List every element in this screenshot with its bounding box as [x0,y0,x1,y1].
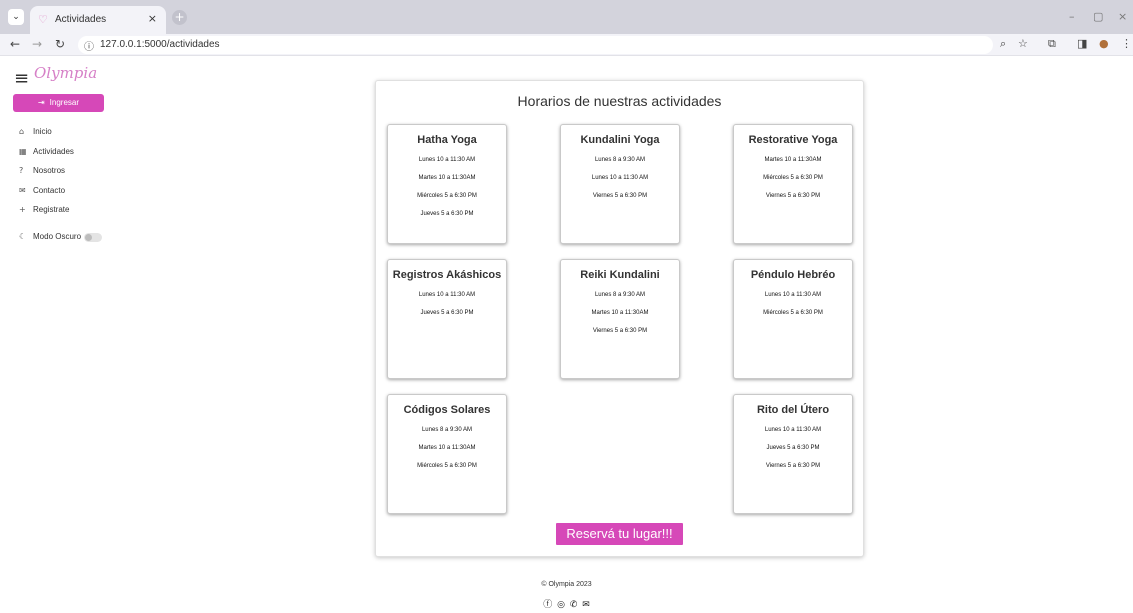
schedule-line: Viernes 5 a 6:30 PM [592,328,648,334]
question-icon: ? [19,166,24,175]
sidebar-item-nosotros[interactable]: ? Nosotros [19,166,65,178]
url-text[interactable]: 127.0.0.1:5000/actividades [100,39,220,50]
address-bar[interactable]: ⓘ 127.0.0.1:5000/actividades [78,36,993,54]
minimize-icon[interactable]: – [1069,10,1075,23]
schedule-line: Miércoles 5 a 6:30 PM [763,310,823,316]
schedule-line: Martes 10 a 11:30AM [591,310,649,316]
card-title: Registros Akáshicos [392,269,502,281]
favicon-icon: ♡ [38,13,48,26]
activity-card: Rito del Útero Lunes 10 a 11:30 AM Jueve… [733,394,853,514]
restore-icon[interactable]: ▢ [1093,10,1103,23]
browser-tab-bar: ⌄ ♡ Actividades × + – ▢ × [0,0,1133,34]
schedule-line: Jueves 5 a 6:30 PM [420,310,474,316]
schedule-line: Lunes 10 a 11:30 AM [591,175,649,181]
schedule-line: Lunes 10 a 11:30 AM [418,292,476,298]
sidebar-item-label: Registrate [33,205,70,214]
bookmark-star-icon[interactable]: ☆ [1018,37,1028,50]
forward-icon[interactable]: → [32,37,42,51]
mail-icon: ✉ [19,186,26,195]
schedule-line: Lunes 10 a 11:30 AM [418,157,476,163]
schedule-line: Viernes 5 a 6:30 PM [765,193,821,199]
email-icon[interactable]: ✉ [582,600,590,610]
dark-mode-label: Modo Oscuro [33,232,82,241]
more-icon[interactable]: ⋮ [1121,37,1132,50]
zoom-icon[interactable]: ⌕ [1000,37,1006,51]
schedule-line: Miércoles 5 a 6:30 PM [763,175,823,181]
schedule-panel: Horarios de nuestras actividades Hatha Y… [375,80,864,557]
social-links: ⓕ ◎ ✆ ✉ [0,597,1133,610]
dark-mode-row: ☾ Modo Oscuro [19,232,81,244]
login-icon: ⇥ [37,98,45,107]
whatsapp-icon[interactable]: ✆ [570,600,578,610]
tab-title: Actividades [55,14,107,25]
activity-card: Registros Akáshicos Lunes 10 a 11:30 AM … [387,259,507,379]
toggle-knob [85,234,92,241]
card-title: Reiki Kundalini [580,269,660,281]
activity-card: Restorative Yoga Martes 10 a 11:30AM Mié… [733,124,853,244]
schedule-line: Lunes 10 a 11:30 AM [764,427,822,433]
schedule-line: Martes 10 a 11:30AM [418,175,476,181]
schedule-line: Jueves 5 a 6:30 PM [420,211,474,217]
dark-mode-toggle[interactable] [84,233,102,242]
browser-toolbar: ← → ↻ ⓘ 127.0.0.1:5000/actividades ⌕ ☆ ⧉… [0,34,1133,56]
reserve-button[interactable]: Reservá tu lugar!!! [556,523,683,545]
schedule-line: Lunes 8 a 9:30 AM [594,157,646,163]
schedule-line: Lunes 8 a 9:30 AM [421,427,473,433]
tab-list-icon[interactable]: ⌄ [8,9,24,25]
activity-card: Códigos Solares Lunes 8 a 9:30 AM Martes… [387,394,507,514]
extensions-icon[interactable]: ⧉ [1048,37,1056,51]
activity-card: Hatha Yoga Lunes 10 a 11:30 AM Martes 10… [387,124,507,244]
hamburger-menu-icon[interactable]: ≡ [14,68,29,89]
schedule-line: Martes 10 a 11:30AM [764,157,822,163]
sidebar: ≡ Olympia ⇥ Ingresar ⌂ Inicio ▦ Actividades… [0,56,118,613]
activities-icon: ▦ [19,147,27,156]
home-icon: ⌂ [19,127,25,136]
card-title: Hatha Yoga [417,134,477,146]
activity-card: Kundalini Yoga Lunes 8 a 9:30 AM Lunes 1… [560,124,680,244]
reload-icon[interactable]: ↻ [55,37,65,51]
footer-copyright: © Olympia 2023 [541,581,592,588]
window-close-icon[interactable]: × [1118,10,1127,23]
schedule-line: Jueves 5 a 6:30 PM [766,445,820,451]
schedule-line: Miércoles 5 a 6:30 PM [417,193,477,199]
side-panel-icon[interactable]: ◨ [1077,37,1087,50]
close-icon[interactable]: × [148,12,157,25]
sidebar-item-label: Nosotros [33,166,66,175]
site-info-icon[interactable]: ⓘ [84,38,94,53]
sidebar-item-label: Actividades [33,147,74,156]
schedule-line: Miércoles 5 a 6:30 PM [417,463,477,469]
card-title: Restorative Yoga [748,134,838,146]
login-button[interactable]: ⇥ Ingresar [13,94,104,112]
browser-tab[interactable]: ♡ Actividades × [30,6,166,34]
sidebar-item-label: Inicio [33,127,52,136]
card-title: Kundalini Yoga [580,134,660,146]
schedule-line: Lunes 8 a 9:30 AM [594,292,646,298]
plus-icon: + [19,205,26,214]
new-tab-icon[interactable]: + [172,10,187,25]
sidebar-item-label: Contacto [33,186,66,195]
profile-icon[interactable]: ● [1099,37,1109,50]
instagram-icon[interactable]: ◎ [557,600,565,610]
facebook-icon[interactable]: ⓕ [543,600,552,610]
sidebar-item-actividades[interactable]: ▦ Actividades [19,147,74,159]
page-title: Horarios de nuestras actividades [517,93,722,109]
schedule-line: Viernes 5 a 6:30 PM [765,463,821,469]
card-title: Códigos Solares [403,404,491,416]
login-label: Ingresar [49,98,80,107]
schedule-line: Martes 10 a 11:30AM [418,445,476,451]
back-icon[interactable]: ← [10,37,20,51]
activity-card: Reiki Kundalini Lunes 8 a 9:30 AM Martes… [560,259,680,379]
logo[interactable]: Olympia [34,64,97,82]
card-title: Rito del Útero [756,404,830,416]
sidebar-item-contacto[interactable]: ✉ Contacto [19,186,65,198]
moon-icon: ☾ [19,232,27,241]
activity-card: Péndulo Hebréo Lunes 10 a 11:30 AM Miérc… [733,259,853,379]
schedule-line: Lunes 10 a 11:30 AM [764,292,822,298]
schedule-line: Viernes 5 a 6:30 PM [592,193,648,199]
sidebar-item-registrate[interactable]: + Registrate [19,205,69,217]
card-title: Péndulo Hebréo [750,269,836,281]
sidebar-item-inicio[interactable]: ⌂ Inicio [19,127,52,139]
